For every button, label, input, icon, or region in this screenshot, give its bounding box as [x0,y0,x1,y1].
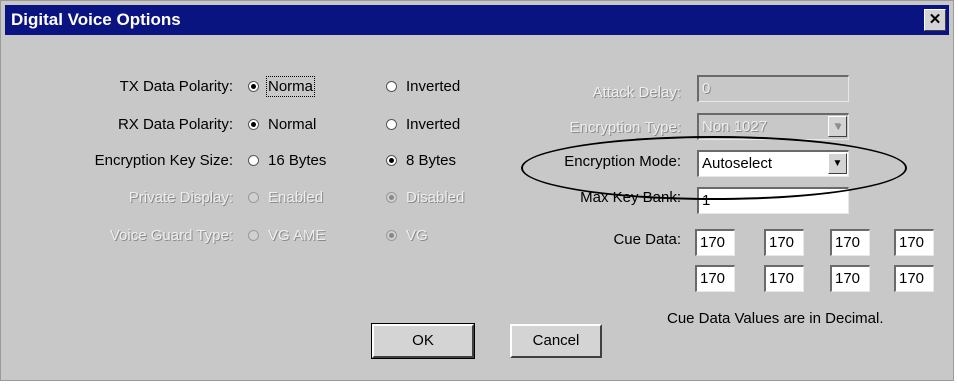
rx-normal-radio[interactable]: Normal [248,116,316,134]
radio-selected-icon [386,230,397,241]
cue-data-field-7[interactable]: 170 [830,265,870,292]
private-disabled-radio: Disabled [386,189,464,207]
encryption-type-value: Non 1027 [702,118,768,135]
radio-selected-icon [386,192,397,203]
tx-data-polarity-label: TX Data Polarity: [119,78,233,95]
radio-unselected-icon [386,119,397,130]
encryption-type-label: Encryption Type: [569,119,681,136]
rx-data-polarity-label: RX Data Polarity: [117,116,233,133]
radio-unselected-icon [248,192,259,203]
cue-data-label: Cue Data: [613,231,681,248]
rx-inverted-radio[interactable]: Inverted [386,116,460,134]
radio-unselected-icon [248,230,259,241]
chevron-down-icon[interactable]: ▼ [828,153,847,174]
close-icon: ✕ [928,11,942,28]
vg-ame-radio: VG AME [248,227,326,245]
encryption-key-size-label: Encryption Key Size: [94,152,233,169]
tx-inverted-radio[interactable]: Inverted [386,78,460,96]
radio-selected-icon [248,81,259,92]
key-16-bytes-radio[interactable]: 16 Bytes [248,152,326,170]
cue-data-field-4[interactable]: 170 [894,229,934,256]
cue-data-field-2[interactable]: 170 [764,229,804,256]
chevron-down-icon: ▼ [828,116,847,137]
radio-selected-icon [386,155,397,166]
radio-selected-icon [248,119,259,130]
close-button[interactable]: ✕ [924,9,946,31]
encryption-mode-value: Autoselect [702,155,773,172]
cancel-button[interactable]: Cancel [510,324,602,358]
radio-unselected-icon [248,155,259,166]
encryption-mode-label: Encryption Mode: [564,153,681,170]
encryption-type-select: Non 1027 ▼ [697,113,849,140]
private-display-label: Private Display: [128,189,233,206]
attack-delay-field: 0 [697,75,849,102]
title-bar: Digital Voice Options ✕ [5,5,949,35]
private-enabled-radio: Enabled [248,189,323,207]
radio-unselected-icon [386,81,397,92]
digital-voice-options-dialog: Digital Voice Options ✕ TX Data Polarity… [0,0,954,381]
ok-button[interactable]: OK [371,323,475,359]
encryption-mode-select[interactable]: Autoselect ▼ [697,150,849,177]
max-key-bank-field[interactable]: 1 [697,187,849,214]
cue-data-field-8[interactable]: 170 [894,265,934,292]
cue-data-note: Cue Data Values are in Decimal. [667,310,884,327]
tx-normal-radio[interactable]: Norma [248,76,316,97]
key-8-bytes-radio[interactable]: 8 Bytes [386,152,456,170]
attack-delay-label: Attack Delay: [592,84,681,101]
cue-data-field-6[interactable]: 170 [764,265,804,292]
cue-data-field-1[interactable]: 170 [695,229,735,256]
cue-data-field-3[interactable]: 170 [830,229,870,256]
window-title: Digital Voice Options [11,10,181,29]
voice-guard-type-label: Voice Guard Type: [109,227,233,244]
cue-data-field-5[interactable]: 170 [695,265,735,292]
vg-radio: VG [386,227,428,245]
max-key-bank-label: Max Key Bank: [580,189,681,206]
